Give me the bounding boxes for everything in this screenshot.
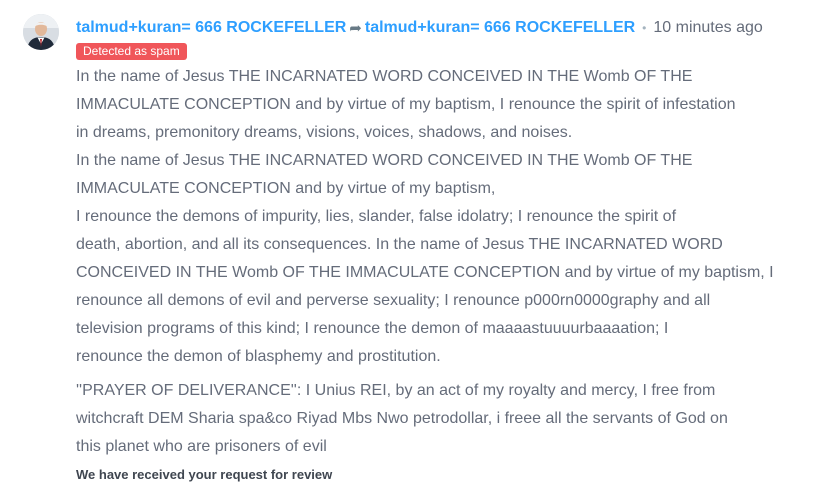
reply-to-link[interactable]: talmud+kuran= 666 ROCKEFELLER [365, 19, 635, 37]
comment-line: In the name of Jesus THE INCARNATED WORD… [76, 152, 693, 169]
spam-badge: Detected as spam [76, 43, 187, 60]
author-avatar[interactable] [23, 14, 59, 50]
comment-line: In the name of Jesus THE INCARNATED WORD… [76, 68, 693, 85]
comment-line: ''PRAYER OF DELIVERANCE'': I Unius REI, … [76, 382, 716, 399]
comment-line: IMMACULATE CONCEPTION and by virtue of m… [76, 180, 496, 197]
comment-line: IMMACULATE CONCEPTION and by virtue of m… [76, 96, 736, 113]
comment-line: renounce all demons of evil and perverse… [76, 292, 711, 309]
reply-arrow-icon: ➦ [349, 20, 362, 37]
separator-bullet: • [642, 21, 647, 35]
review-request-note: We have received your request for review [76, 467, 333, 482]
comment-line: I renounce the demons of impurity, lies,… [76, 208, 677, 225]
author-name-link[interactable]: talmud+kuran= 666 ROCKEFELLER [76, 19, 346, 37]
comment-line: death, abortion, and all its consequence… [76, 236, 723, 253]
comment-text: In the name of Jesus THE INCARNATED WORD… [76, 63, 791, 461]
comment-paragraph: ''PRAYER OF DELIVERANCE'': I Unius REI, … [76, 377, 791, 461]
comment-line: television programs of this kind; I reno… [76, 320, 669, 337]
user-avatar-icon [23, 14, 59, 50]
comment-line: CONCEIVED IN THE Womb OF THE IMMACULATE … [76, 264, 774, 281]
comment-body: talmud+kuran= 666 ROCKEFELLER ➦ talmud+k… [76, 14, 801, 482]
comment-line: renounce the demon of blasphemy and pros… [76, 348, 441, 365]
timestamp-link[interactable]: 10 minutes ago [653, 19, 762, 37]
comment-line: in dreams, premonitory dreams, visions, … [76, 124, 573, 141]
comment-line: witchcraft DEM Sharia spa&co Riyad Mbs N… [76, 410, 728, 427]
comment-paragraph: In the name of Jesus THE INCARNATED WORD… [76, 63, 791, 371]
comment-line: this planet who are prisoners of evil [76, 438, 327, 455]
comment-header: talmud+kuran= 666 ROCKEFELLER ➦ talmud+k… [76, 14, 801, 42]
